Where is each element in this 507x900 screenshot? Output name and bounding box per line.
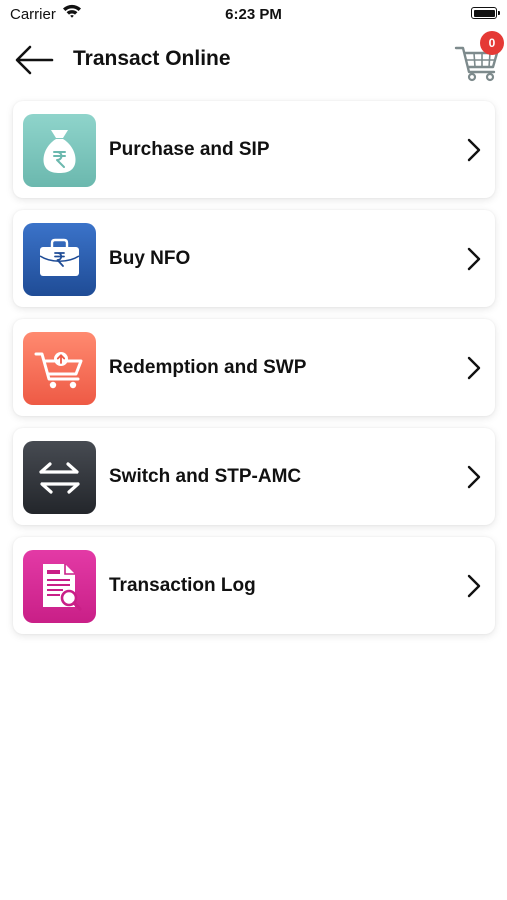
purchase-tile xyxy=(23,114,96,187)
document-search-icon xyxy=(23,550,96,623)
cart-upload-icon xyxy=(23,332,96,405)
back-button[interactable] xyxy=(12,42,56,78)
briefcase-rupee-icon xyxy=(23,223,96,296)
chevron-right-icon xyxy=(467,247,481,271)
menu-item-label: Switch and STP-AMC xyxy=(109,466,302,487)
app-header: Transact Online 0 xyxy=(0,28,507,92)
menu-item-label: Redemption and SWP xyxy=(109,357,307,378)
money-bag-icon xyxy=(23,114,96,187)
transaction-menu: Purchase and SIP Buy NFO Redemption and … xyxy=(13,101,495,646)
redemption-tile xyxy=(23,332,96,405)
menu-item-purchase-sip[interactable]: Purchase and SIP xyxy=(13,101,495,198)
chevron-right-icon xyxy=(467,138,481,162)
menu-item-switch-stp[interactable]: Switch and STP-AMC xyxy=(13,428,495,525)
battery-icon xyxy=(471,7,500,19)
status-bar: Carrier 6:23 PM xyxy=(0,0,507,28)
menu-item-transaction-log[interactable]: Transaction Log xyxy=(13,537,495,634)
page-title: Transact Online xyxy=(73,47,231,70)
clock: 6:23 PM xyxy=(225,6,282,23)
cart-count-badge: 0 xyxy=(480,31,504,55)
nfo-tile xyxy=(23,223,96,296)
menu-item-redemption-swp[interactable]: Redemption and SWP xyxy=(13,319,495,416)
switch-tile xyxy=(23,441,96,514)
chevron-right-icon xyxy=(467,356,481,380)
menu-item-buy-nfo[interactable]: Buy NFO xyxy=(13,210,495,307)
menu-item-label: Purchase and SIP xyxy=(109,139,270,160)
chevron-right-icon xyxy=(467,574,481,598)
chevron-right-icon xyxy=(467,465,481,489)
log-tile xyxy=(23,550,96,623)
menu-item-label: Transaction Log xyxy=(109,575,256,596)
menu-item-label: Buy NFO xyxy=(109,248,191,269)
switch-arrows-icon xyxy=(23,441,96,514)
arrow-left-icon xyxy=(15,45,54,75)
